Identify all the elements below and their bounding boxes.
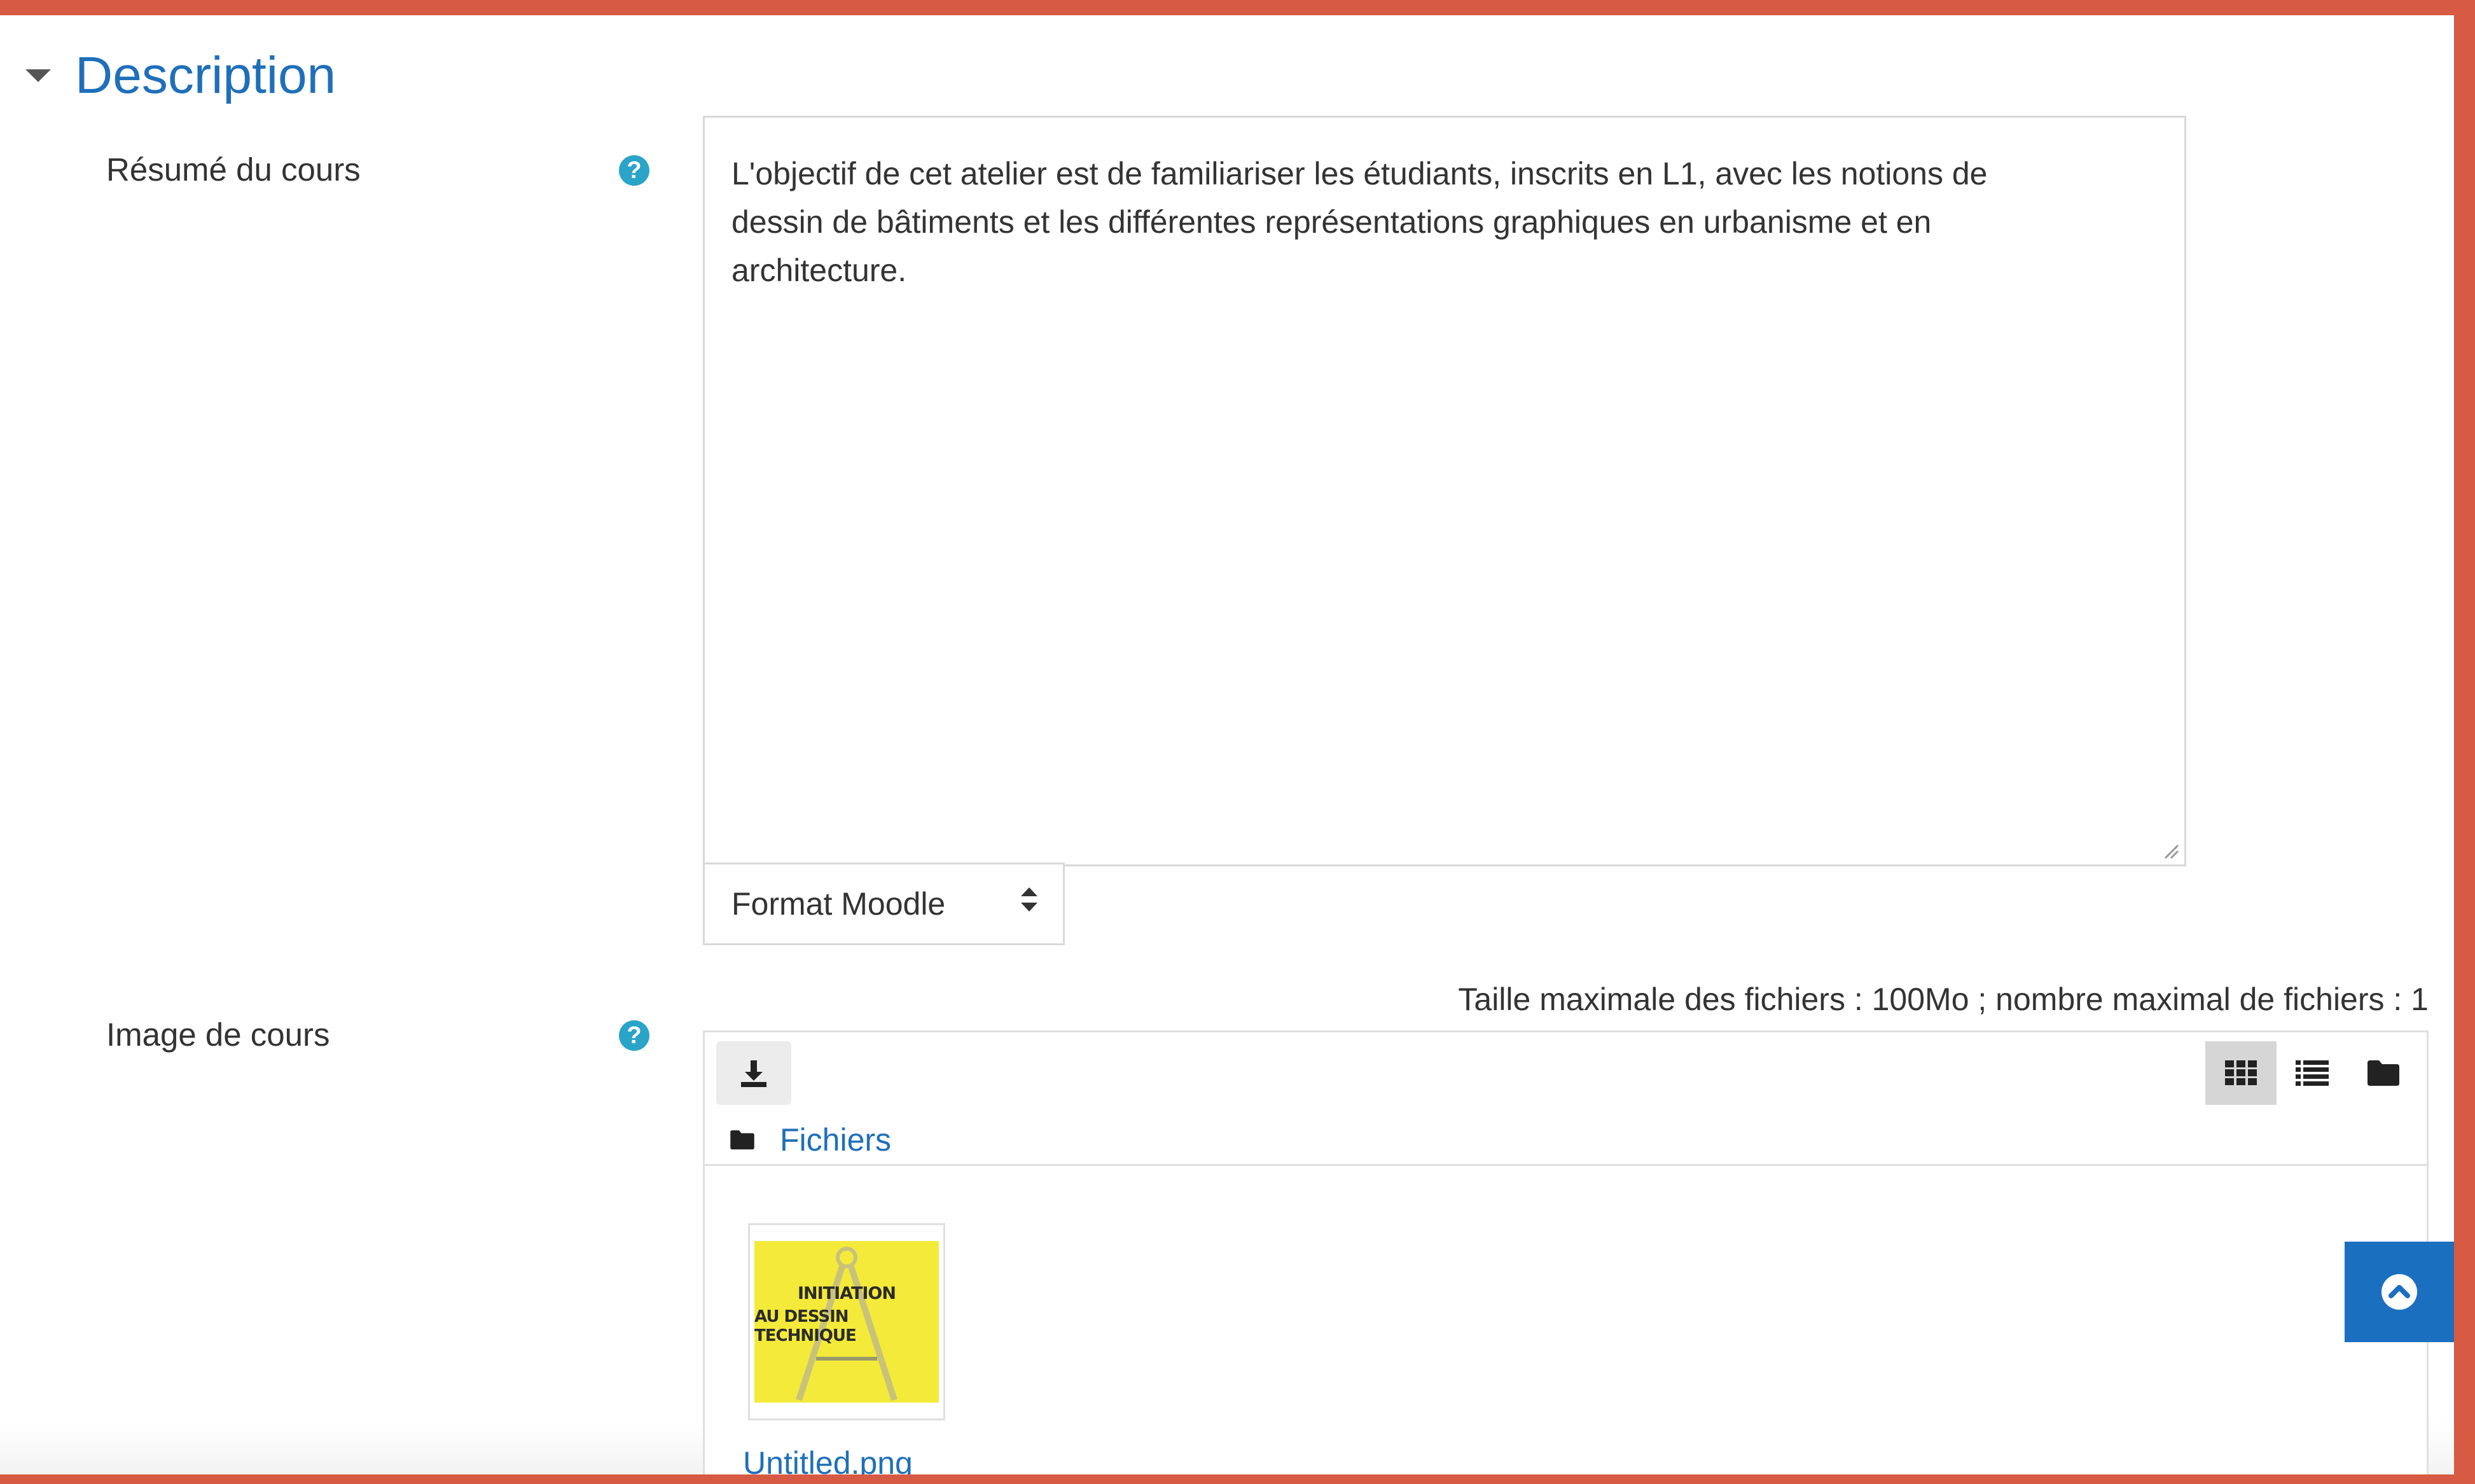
file-limits-text: Taille maximale des fichiers : 100Mo ; n… xyxy=(1458,981,2429,1017)
grid-view-icon xyxy=(2225,1060,2257,1085)
format-select-value: Format Moodle xyxy=(731,886,946,922)
file-name-link[interactable]: Untitled.png xyxy=(743,1445,913,1474)
select-arrows-icon xyxy=(1021,887,1037,912)
folder-view-button[interactable] xyxy=(2348,1041,2419,1105)
thumbnail-title-line: AU DESSIN TECHNIQUE xyxy=(754,1307,857,1345)
summary-line: dessin de bâtiments et les différentes r… xyxy=(731,204,1932,240)
page: Description Résumé du cours ? L'objectif… xyxy=(0,15,2454,1474)
scroll-to-top-button[interactable] xyxy=(2345,1242,2454,1342)
download-icon xyxy=(741,1060,766,1087)
chevron-up-circle-icon xyxy=(2381,1274,2417,1310)
thumbnail-title-line: INITIATION xyxy=(798,1283,896,1303)
file-manager: Fichiers INITIATION AU DESSIN TECHNIQUE … xyxy=(703,1030,2429,1474)
course-image-label: Image de cours xyxy=(106,1016,330,1053)
summary-line: architecture. xyxy=(731,253,907,288)
section-title[interactable]: Description xyxy=(75,46,336,106)
question-circle-icon[interactable]: ? xyxy=(619,1020,649,1051)
list-view-icon xyxy=(2296,1060,2329,1086)
breadcrumb: Fichiers xyxy=(730,1119,891,1161)
list-view-button[interactable] xyxy=(2277,1041,2348,1105)
summary-line: L'objectif de cet atelier est de familia… xyxy=(731,156,1988,191)
folder-view-icon xyxy=(2368,1060,2399,1086)
file-thumbnail[interactable]: INITIATION AU DESSIN TECHNIQUE xyxy=(748,1223,945,1420)
summary-textarea[interactable]: L'objectif de cet atelier est de familia… xyxy=(703,116,2186,866)
collapse-caret-icon[interactable] xyxy=(25,69,51,82)
thumbnail-subtitle-bar xyxy=(816,1356,877,1361)
section-header[interactable]: Description xyxy=(25,41,336,111)
download-button[interactable] xyxy=(716,1041,791,1105)
resize-grip-icon[interactable] xyxy=(2163,843,2179,859)
question-circle-icon[interactable]: ? xyxy=(619,155,649,186)
file-manager-toolbar: Fichiers xyxy=(705,1032,2427,1166)
thumbnail-image: INITIATION AU DESSIN TECHNIQUE xyxy=(754,1241,939,1403)
summary-label: Résumé du cours xyxy=(106,151,361,188)
view-toggle-group xyxy=(2205,1041,2419,1105)
grid-view-button[interactable] xyxy=(2205,1041,2277,1105)
breadcrumb-files-link[interactable]: Fichiers xyxy=(780,1121,891,1158)
format-select[interactable]: Format Moodle xyxy=(703,863,1065,945)
folder-icon xyxy=(730,1130,754,1149)
